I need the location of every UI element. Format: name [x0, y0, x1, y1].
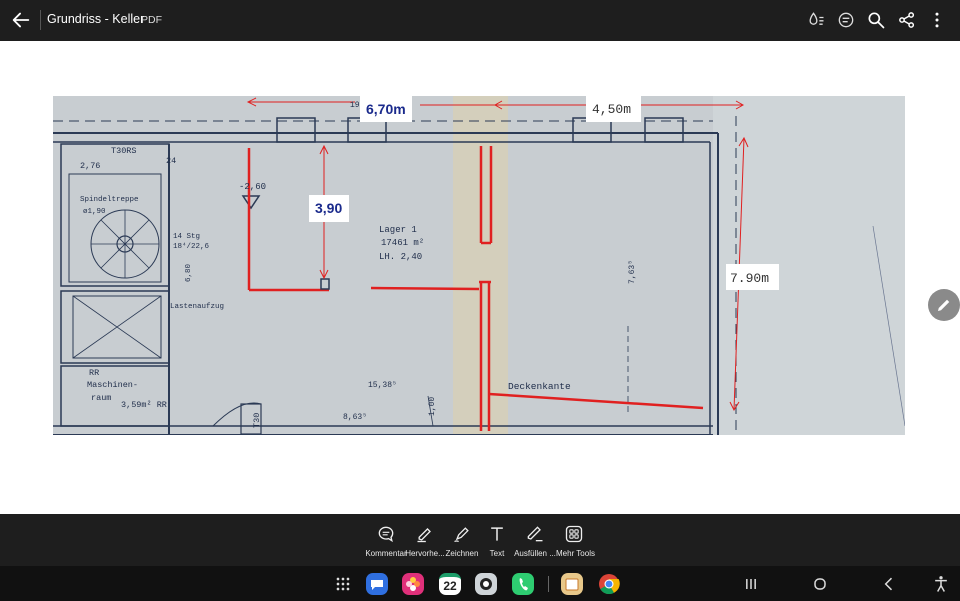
tool-text-label: Text — [489, 549, 505, 558]
plan-dim-763: 7,63⁵ — [628, 260, 637, 284]
plan-label-rr: RR — [89, 368, 99, 378]
top-app-bar: Grundriss - Keller PDF — [0, 0, 960, 41]
dock-separator — [548, 576, 549, 592]
pencil-icon — [938, 299, 950, 311]
annotation-height-790[interactable]: 7.90m — [730, 271, 769, 286]
plan-label-t30: T30 — [252, 413, 262, 428]
floor-plan-page[interactable]: Lager 1 17461 m² LH. 2,40 Spindeltreppe … — [53, 96, 905, 435]
fill-sign-icon — [527, 526, 543, 542]
plan-dim-1538: 15,38⁵ — [368, 381, 397, 390]
document-title: Grundriss - Keller — [47, 12, 145, 26]
gallery-app-icon[interactable] — [402, 573, 424, 595]
plan-label-lh: LH. 2,40 — [379, 252, 422, 262]
flower-icon — [406, 577, 420, 591]
share-icon[interactable] — [897, 10, 917, 30]
plan-dim-276: 2,76 — [80, 161, 100, 171]
plan-dim-260: -2,60 — [239, 182, 266, 192]
floor-plan-drawing: Lager 1 17461 m² LH. 2,40 Spindeltreppe … — [53, 96, 905, 435]
tool-comment-label: Kommentar — [365, 549, 407, 558]
calendar-app-icon[interactable]: 22 — [439, 573, 461, 595]
annotation-height-390[interactable]: 3,90 — [315, 200, 342, 216]
tool-draw-label: Zeichnen — [445, 549, 479, 558]
annotation-toolbar: Kommentar Hervorhe... Zeichnen Text Ausf… — [0, 514, 960, 566]
plan-dim-100: 1,00 — [428, 397, 437, 416]
annotation-width-450[interactable]: 4,50m — [592, 102, 631, 117]
plan-label-raum: raum — [91, 393, 111, 403]
header-divider — [40, 10, 41, 30]
plan-label-stg: 14 Stg — [173, 233, 200, 241]
tool-highlight[interactable]: Hervorhe... — [405, 514, 445, 566]
plan-label-spindel-dim: ø1,90 — [83, 208, 106, 216]
plan-dim-863: 8,63⁵ — [343, 413, 367, 422]
plan-label-lager: Lager 1 — [379, 225, 417, 235]
messages-app-icon[interactable] — [366, 573, 388, 595]
files-app-icon[interactable] — [561, 573, 583, 595]
ai-assistant-icon[interactable] — [836, 10, 856, 30]
home-icon[interactable] — [810, 574, 830, 594]
read-aloud-icon[interactable] — [806, 10, 826, 30]
chrome-app-icon[interactable] — [598, 573, 620, 595]
more-tools-icon — [565, 525, 583, 543]
chrome-logo-icon — [599, 574, 620, 595]
tool-fill-sign-label: Ausfüllen ... — [514, 549, 556, 558]
edit-fab-button[interactable] — [928, 289, 960, 321]
system-navigation-bar: 22 — [0, 566, 960, 601]
tool-comment[interactable]: Kommentar — [364, 514, 408, 566]
tool-text[interactable]: Text — [484, 514, 510, 566]
file-type-label: PDF — [141, 14, 162, 26]
text-icon — [491, 527, 503, 541]
folder-icon — [565, 578, 579, 591]
plan-dim-680: 6,80 — [185, 263, 193, 282]
camera-app-icon[interactable] — [475, 573, 497, 595]
more-options-icon[interactable] — [927, 10, 947, 30]
camera-lens-icon — [480, 578, 492, 590]
chat-bubble-icon — [371, 580, 383, 590]
comment-icon — [378, 526, 394, 543]
recent-apps-icon[interactable] — [741, 574, 761, 594]
phone-app-icon[interactable] — [512, 573, 534, 595]
back-icon[interactable] — [879, 574, 899, 594]
plan-label-maschinen: Maschinen- — [87, 380, 138, 390]
plan-label-t30rs: T30RS — [111, 146, 137, 156]
calendar-day: 22 — [443, 579, 457, 593]
accessibility-icon[interactable] — [931, 574, 951, 594]
plan-label-spindeltreppe: Spindeltreppe — [80, 196, 139, 204]
search-icon[interactable] — [866, 10, 886, 30]
highlighter-icon — [417, 528, 431, 543]
plan-dim-24: 24 — [166, 156, 176, 166]
tool-fill-sign[interactable]: Ausfüllen ... — [514, 514, 556, 566]
plan-label-deckenkante: Deckenkante — [508, 381, 571, 392]
draw-pen-icon — [454, 527, 469, 543]
tool-draw[interactable]: Zeichnen — [445, 514, 479, 566]
plan-label-lastenaufzug: Lastenaufzug — [170, 303, 224, 311]
tool-more-label: Mehr Tools — [556, 549, 595, 558]
tool-highlight-label: Hervorhe... — [405, 549, 445, 558]
plan-label-stg-dim: 18⁴/22,6 — [173, 242, 210, 251]
annotation-width-670[interactable]: 6,70m — [366, 101, 406, 117]
app-drawer-icon[interactable] — [333, 574, 353, 594]
plan-label-area: 17461 m² — [381, 238, 424, 248]
phone-handset-icon — [519, 578, 528, 591]
tool-more[interactable]: Mehr Tools — [556, 514, 595, 566]
plan-label-raum-area: 3,59m² RR — [121, 400, 167, 410]
back-arrow-icon[interactable] — [10, 9, 32, 31]
